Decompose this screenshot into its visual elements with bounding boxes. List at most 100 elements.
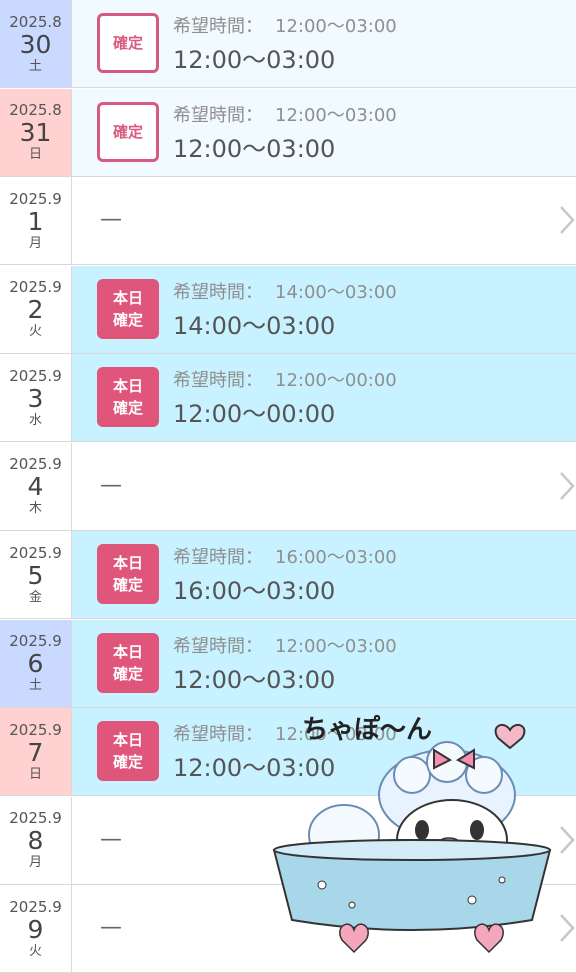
date-year-month: 2025.9	[9, 366, 62, 385]
schedule-row[interactable]: 2025.9 3 水本日 確定 希望時間： 12:00〜00:00 12:00〜00:00	[0, 354, 576, 442]
desired-time-label: 希望時間：	[173, 370, 263, 391]
badge-text: 本日	[112, 554, 143, 572]
date-weekday: 火	[28, 943, 42, 959]
desired-time: 希望時間： 14:00〜03:00	[173, 278, 397, 304]
shift-content: 本日 確定 希望時間： 12:00〜03:00 12:00〜03:00	[72, 619, 576, 707]
no-shift-dash: —	[100, 472, 122, 498]
date-cell: 2025.8 31 日	[0, 88, 72, 176]
date-cell: 2025.9 7 日	[0, 708, 72, 795]
date-weekday: 月	[28, 855, 42, 870]
schedule-row[interactable]: 2025.9 1 月 —	[0, 177, 576, 265]
shift-content: 確定 希望時間： 12:00〜03:00 12:00〜03:00	[72, 88, 576, 176]
no-shift-dash: —	[100, 826, 122, 852]
sticker-text: ちゃぽ〜ん	[302, 714, 432, 745]
date-weekday: 日	[28, 147, 42, 162]
today-confirmed-badge: 本日 確定	[97, 632, 159, 693]
date-day: 30	[19, 29, 52, 59]
desired-time-label: 希望時間：	[173, 281, 263, 303]
desired-time-label: 希望時間：	[173, 635, 263, 657]
date-cell: 2025.9 6 土	[0, 619, 72, 707]
date-cell: 2025.9 4 木	[0, 442, 72, 530]
schedule-row[interactable]: 2025.8 31 日 確定 希望時間： 12:00〜03:00 12:00〜03:00	[0, 88, 576, 177]
date-cell: 2025.8 30 土	[0, 0, 72, 87]
date-weekday: 火	[28, 324, 42, 339]
date-year-month: 2025.9	[9, 543, 62, 562]
schedule-row[interactable]: 2025.8 30 土 確定 希望時間： 12:00〜03:00 12:00〜03:00	[0, 0, 576, 88]
today-confirmed-badge: 本日 確定	[97, 278, 159, 339]
desired-time-value: 12:00〜03:00	[275, 104, 397, 126]
date-weekday: 月	[28, 235, 42, 251]
date-cell: 2025.9 9 火	[0, 885, 72, 972]
today-confirmed-badge: 本日 確定	[97, 721, 159, 781]
desired-time: 希望時間： 12:00〜00:00	[173, 366, 397, 392]
confirmed-time: 12:00〜03:00	[173, 46, 336, 74]
schedule-row[interactable]: 2025.9 4 木 —	[0, 442, 576, 531]
date-day: 7	[27, 737, 44, 767]
desired-time: 希望時間： 12:00〜03:00	[173, 632, 397, 658]
desired-time-label: 希望時間：	[173, 724, 263, 745]
badge-text: 本日	[112, 642, 143, 661]
date-day: 3	[27, 383, 44, 413]
confirmed-time: 12:00〜03:00	[173, 665, 336, 694]
desired-time-value: 16:00〜03:00	[275, 547, 397, 568]
desired-time-value: 12:00〜03:00	[275, 16, 397, 37]
desired-time: 希望時間： 12:00〜03:00	[173, 12, 397, 38]
date-year-month: 2025.9	[9, 720, 62, 739]
desired-time: 希望時間： 16:00〜03:00	[173, 543, 397, 569]
confirmed-time: 12:00〜00:00	[173, 400, 336, 428]
date-day: 4	[27, 472, 44, 501]
badge-text: 確定	[112, 576, 143, 594]
date-cell: 2025.9 2 火	[0, 265, 72, 353]
date-weekday: 日	[28, 766, 42, 782]
desired-time-label: 希望時間：	[173, 16, 263, 37]
confirmed-time: 12:00〜03:00	[173, 134, 336, 163]
date-day: 9	[27, 914, 44, 944]
date-day: 5	[27, 560, 44, 590]
badge-text: 確定	[112, 310, 143, 329]
shift-content: 確定 希望時間： 12:00〜03:00 12:00〜03:00	[72, 0, 576, 87]
empty-content: —	[72, 177, 576, 264]
badge-text: 確定	[112, 753, 143, 771]
badge-text: 本日	[112, 377, 143, 395]
badge-text: 確定	[112, 399, 143, 417]
bath-sticker: ちゃぽ〜ん	[272, 714, 552, 954]
date-weekday: 木	[28, 501, 42, 516]
badge-text: 確定	[112, 122, 143, 141]
date-day: 1	[27, 206, 44, 236]
today-confirmed-badge: 本日 確定	[97, 367, 159, 427]
date-weekday: 金	[28, 589, 42, 605]
date-year-month: 2025.9	[9, 189, 62, 208]
shift-content: 本日確定 希望時間： 16:00〜03:00 16:00〜03:00	[72, 531, 576, 618]
schedule-row[interactable]: 2025.9 5 金 本日確定 希望時間： 16:00〜03:00 16:00〜03:00	[0, 531, 576, 619]
confirmed-time: 16:00〜03:00	[173, 577, 336, 605]
badge-text: 確定	[112, 664, 143, 683]
desired-time-label: 希望時間：	[173, 104, 263, 126]
date-year-month: 2025.9	[9, 632, 62, 650]
badge-text: 本日	[112, 288, 143, 307]
schedule-row[interactable]: 2025.9 2 火本日 確定 希望時間： 14:00〜03:00 14:00〜03:00	[0, 265, 576, 354]
date-year-month: 2025.9	[9, 455, 62, 473]
date-year-month: 2025.8	[9, 12, 62, 31]
schedule-row[interactable]: 2025.9 6 土本日 確定 希望時間： 12:00〜03:00 12:00〜03:00	[0, 619, 576, 708]
shift-content: 本日 確定 希望時間： 14:00〜03:00 14:00〜03:00	[72, 265, 576, 353]
date-weekday: 土	[28, 678, 42, 693]
date-day: 31	[19, 118, 52, 147]
date-day: 2	[27, 295, 44, 324]
date-day: 6	[27, 649, 44, 678]
confirmed-badge: 確定	[97, 13, 159, 73]
desired-time-label: 希望時間：	[173, 547, 263, 568]
desired-time-value: 12:00〜00:00	[275, 370, 397, 391]
chevron-right-icon[interactable]	[558, 205, 576, 235]
date-cell: 2025.9 1 月	[0, 177, 72, 264]
empty-content: —	[72, 442, 576, 530]
chevron-right-icon[interactable]	[558, 471, 576, 501]
no-shift-dash: —	[100, 207, 122, 232]
date-weekday: 水	[28, 412, 42, 428]
date-year-month: 2025.9	[9, 809, 62, 827]
date-year-month: 2025.8	[9, 101, 62, 119]
date-year-month: 2025.9	[9, 897, 62, 916]
desired-time-value: 12:00〜03:00	[275, 635, 397, 657]
date-year-month: 2025.9	[9, 278, 62, 296]
confirmed-time: 14:00〜03:00	[173, 311, 336, 340]
date-cell: 2025.9 3 水	[0, 354, 72, 441]
